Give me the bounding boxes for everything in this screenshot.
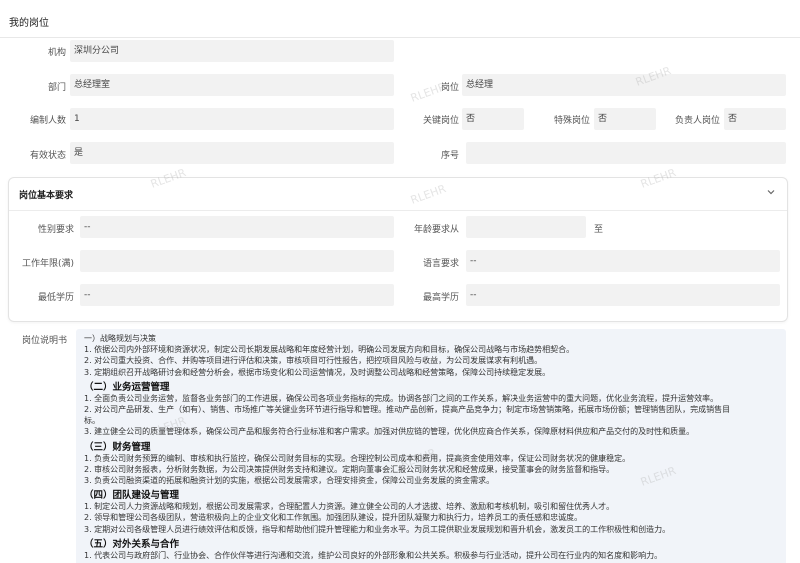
requirements-title: 岗位基本要求 xyxy=(19,191,74,201)
language-label: 语言要求 xyxy=(422,259,459,269)
description-line: 1. 制定公司人力资源战略和规划，根据公司发展需求，合理配置人力资源。建立健全公… xyxy=(84,502,615,512)
org-field[interactable]: 深圳分公司 xyxy=(70,40,394,62)
gender-field[interactable]: -- xyxy=(80,216,394,238)
valid-status-label: 有效状态 xyxy=(29,151,66,161)
description-textarea[interactable]: 一）战略规划与决策 1. 依据公司内外部环境和资源状况，制定公司长期发展战略和年度… xyxy=(76,329,786,563)
headcount-field[interactable]: 1 xyxy=(70,108,394,130)
serial-field[interactable] xyxy=(466,142,786,164)
description-label: 岗位说明书 xyxy=(22,336,68,346)
special-position-field[interactable]: 否 xyxy=(594,108,656,130)
description-line: 1. 代表公司与政府部门、行业协会、合作伙伴等进行沟通和交流，维护公司良好的外部… xyxy=(84,550,663,560)
key-position-field[interactable]: 否 xyxy=(462,108,524,130)
age-to-label: 至 xyxy=(594,225,604,235)
description-line: 3. 建立健全公司的质量管理体系，确保公司产品和服务符合行业标准和客户需求。加强… xyxy=(84,427,695,437)
age-from-field[interactable] xyxy=(466,216,586,238)
dept-field[interactable]: 总经理室 xyxy=(70,74,394,96)
description-heading: （三）财务管理 xyxy=(84,441,151,453)
position-label: 岗位 xyxy=(440,83,459,93)
age-label: 年龄要求从 xyxy=(413,225,459,235)
chevron-down-icon[interactable] xyxy=(765,186,777,198)
responsible-position-field[interactable]: 否 xyxy=(724,108,786,130)
card-divider xyxy=(9,210,787,211)
description-line: 3. 负责公司融资渠道的拓展和融资计划的实施，根据公司发展需求，合理安排资金，保… xyxy=(84,476,495,485)
responsible-position-label: 负责人岗位 xyxy=(674,116,720,126)
description-line: 2. 对公司重大投资、合作、并购等项目进行评估和决策，审核项目可行性报告，把控项… xyxy=(84,356,543,366)
page-header: 我的岗位 xyxy=(0,0,800,38)
description-line: 标。 xyxy=(84,416,100,426)
min-edu-field[interactable]: -- xyxy=(80,284,394,306)
gender-label: 性别要求 xyxy=(37,225,74,235)
max-edu-field[interactable]: -- xyxy=(466,284,780,306)
page-title: 我的岗位 xyxy=(9,18,49,29)
serial-label: 序号 xyxy=(440,151,459,161)
work-years-label: 工作年限(满) xyxy=(21,259,74,269)
description-heading: （四）团队建设与管理 xyxy=(84,490,180,502)
special-position-label: 特殊岗位 xyxy=(553,116,590,126)
description-line: 一）战略规划与决策 xyxy=(84,334,156,343)
description-line: 2. 领导和管理公司各级团队，营造积极向上的企业文化和工作氛围。加强团队建设，提… xyxy=(84,513,583,523)
language-field[interactable]: -- xyxy=(466,250,780,272)
max-edu-label: 最高学历 xyxy=(422,293,459,303)
description-heading: （二）业务运营管理 xyxy=(84,381,170,393)
min-edu-label: 最低学历 xyxy=(37,293,74,303)
description-line: 1. 负责公司财务预算的编制、审核和执行监控，确保公司财务目标的实现。合理控制公… xyxy=(84,453,631,463)
org-label: 机构 xyxy=(47,48,66,58)
key-position-label: 关键岗位 xyxy=(422,116,459,126)
work-years-field[interactable] xyxy=(80,250,394,272)
description-line: 3. 定期对公司各级管理人员进行绩效评估和反馈，指导和帮助他们提升管理能力和业务… xyxy=(84,524,671,534)
description-line: 3. 定期组织召开战略研讨会和经营分析会，根据市场变化和公司运营情况，及时调整公… xyxy=(84,367,551,377)
description-heading: （五）对外关系与合作 xyxy=(84,538,180,550)
valid-status-field[interactable]: 是 xyxy=(70,142,394,164)
headcount-label: 编制人数 xyxy=(29,116,66,126)
position-field[interactable]: 总经理 xyxy=(462,74,786,96)
description-line: 1. 依据公司内外部环境和资源状况，制定公司长期发展战略和年度经营计划，明确公司… xyxy=(84,345,575,355)
description-line: 1. 全面负责公司业务运营，监督各业务部门的工作进展，确保公司各项业务指标的完成… xyxy=(84,393,719,403)
dept-label: 部门 xyxy=(47,83,66,93)
description-line: 2. 审核公司财务报表，分析财务数据，为公司决策提供财务支持和建议。定期向董事会… xyxy=(84,464,615,474)
description-line: 2. 对公司产品研发、生产（如有）、销售、市场推广等关键业务环节进行指导和管理。… xyxy=(84,405,731,414)
